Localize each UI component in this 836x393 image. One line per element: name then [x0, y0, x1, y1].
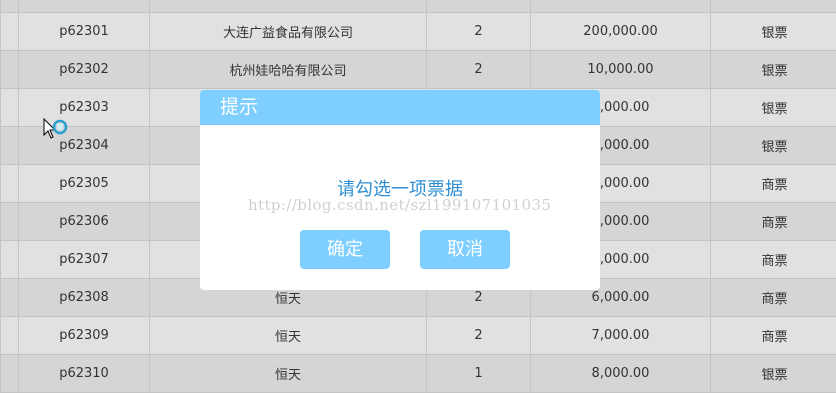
row-selector-cell — [1, 13, 19, 51]
bill-type-cell: 银票 — [711, 13, 836, 51]
bill-type-cell: 商票 — [711, 165, 836, 203]
table-header-row — [1, 0, 836, 13]
customer-name-cell: 恒天 — [150, 317, 427, 355]
bill-id-cell: p62303 — [19, 89, 150, 127]
busy-arrow-cursor-icon — [43, 118, 69, 146]
bill-type-cell: 银票 — [711, 355, 836, 393]
amount-cell: 7,000.00 — [531, 317, 711, 355]
dialog-title: 提示 — [200, 90, 600, 125]
table-row[interactable]: p62302杭州娃哈哈有限公司210,000.00银票 — [1, 51, 836, 89]
bill-type-cell: 银票 — [711, 89, 836, 127]
row-selector-cell — [1, 279, 19, 317]
column-header — [19, 0, 150, 13]
bill-count-cell: 1 — [427, 355, 531, 393]
bill-type-cell: 商票 — [711, 203, 836, 241]
bill-id-cell: p62306 — [19, 203, 150, 241]
customer-name-cell: 恒天 — [150, 355, 427, 393]
bill-type-cell: 银票 — [711, 51, 836, 89]
bill-id-cell: p62307 — [19, 241, 150, 279]
column-header — [531, 0, 711, 13]
row-selector-cell — [1, 51, 19, 89]
bill-id-cell: p62302 — [19, 51, 150, 89]
row-selector-cell — [1, 89, 19, 127]
bill-type-cell: 银票 — [711, 127, 836, 165]
confirm-button[interactable]: 确定 — [300, 230, 390, 269]
bill-id-cell: p62305 — [19, 165, 150, 203]
column-header — [1, 0, 19, 13]
row-selector-cell — [1, 165, 19, 203]
amount-cell: 10,000.00 — [531, 51, 711, 89]
row-selector-cell — [1, 317, 19, 355]
bill-id-cell: p62308 — [19, 279, 150, 317]
row-selector-cell — [1, 203, 19, 241]
bill-type-cell: 商票 — [711, 317, 836, 355]
cancel-button[interactable]: 取消 — [420, 230, 510, 269]
watermark-url: http://blog.csdn.net/szl199107101035 — [248, 196, 551, 214]
row-selector-cell — [1, 355, 19, 393]
row-selector-cell — [1, 241, 19, 279]
table-row[interactable]: p62301大连广益食品有限公司2200,000.00银票 — [1, 13, 836, 51]
column-header — [711, 0, 836, 13]
table-row[interactable]: p62310恒天18,000.00银票 — [1, 355, 836, 393]
bill-type-cell: 商票 — [711, 279, 836, 317]
bill-count-cell: 2 — [427, 317, 531, 355]
column-header — [427, 0, 531, 13]
alert-dialog: 提示 请勾选一项票据 确定 取消 — [200, 90, 600, 290]
customer-name-cell: 大连广益食品有限公司 — [150, 13, 427, 51]
customer-name-cell: 杭州娃哈哈有限公司 — [150, 51, 427, 89]
bill-id-cell: p62309 — [19, 317, 150, 355]
amount-cell: 200,000.00 — [531, 13, 711, 51]
bill-id-cell: p62310 — [19, 355, 150, 393]
bill-id-cell: p62304 — [19, 127, 150, 165]
row-selector-cell — [1, 127, 19, 165]
bill-count-cell: 2 — [427, 51, 531, 89]
table-row[interactable]: p62309恒天27,000.00商票 — [1, 317, 836, 355]
amount-cell: 8,000.00 — [531, 355, 711, 393]
column-header — [150, 0, 427, 13]
bill-type-cell: 商票 — [711, 241, 836, 279]
bill-count-cell: 2 — [427, 13, 531, 51]
bill-id-cell: p62301 — [19, 13, 150, 51]
